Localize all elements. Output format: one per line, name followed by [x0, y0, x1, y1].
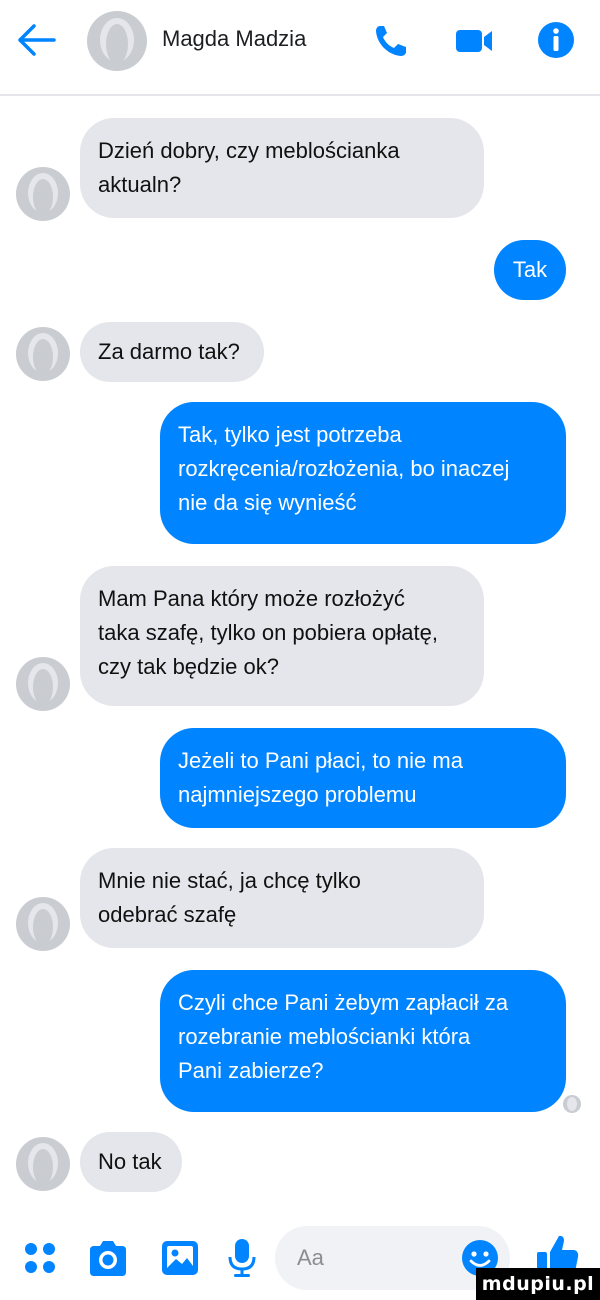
message-line: Tak, tylko jest potrzeba: [178, 422, 402, 447]
contact-avatar-icon: [16, 1137, 70, 1191]
message-line: Mnie nie stać, ja chcę tylko: [98, 868, 361, 893]
phone-icon[interactable]: [370, 20, 414, 60]
message-incoming[interactable]: Mnie nie stać, ja chcę tylko odebrać sza…: [80, 848, 484, 948]
message-outgoing[interactable]: Tak, tylko jest potrzeba rozkręcenia/roz…: [160, 402, 566, 544]
message-incoming[interactable]: Za darmo tak?: [80, 322, 264, 382]
message-line: nie da się wynieść: [178, 490, 357, 515]
chat-header: Magda Madzia: [0, 0, 600, 96]
message-input[interactable]: [297, 1240, 457, 1276]
watermark: mdupiu.pl: [476, 1268, 600, 1300]
back-arrow-icon[interactable]: [14, 20, 58, 60]
contact-avatar-icon: [16, 327, 70, 381]
contact-avatar-icon: [16, 657, 70, 711]
message-line: rozebranie meblościanki która: [178, 1024, 471, 1049]
info-icon[interactable]: [534, 20, 578, 60]
message-line: Pani zabierze?: [178, 1058, 324, 1083]
message-line: taka szafę, tylko on pobiera opłatę,: [98, 620, 438, 645]
message-outgoing[interactable]: Tak: [494, 240, 566, 300]
apps-grid-icon[interactable]: [18, 1236, 62, 1280]
message-line: Jeżeli to Pani płaci, to nie ma: [178, 748, 463, 773]
contact-avatar-icon: [16, 167, 70, 221]
contact-name[interactable]: Magda Madzia: [162, 26, 306, 52]
contact-avatar-icon: [16, 897, 70, 951]
message-outgoing[interactable]: Jeżeli to Pani płaci, to nie ma najmniej…: [160, 728, 566, 828]
camera-icon[interactable]: [86, 1236, 130, 1280]
message-line: rozkręcenia/rozłożenia, bo inaczej: [178, 456, 510, 481]
seen-avatar-icon: [563, 1095, 581, 1113]
message-line: czy tak będzie ok?: [98, 654, 279, 679]
gallery-icon[interactable]: [158, 1236, 202, 1280]
message-line: odebrać szafę: [98, 902, 237, 927]
message-line: Mam Pana który może rozłożyć: [98, 586, 405, 611]
message-line: Za darmo tak?: [98, 339, 240, 364]
message-line: najmniejszego problemu: [178, 782, 417, 807]
video-camera-icon[interactable]: [452, 20, 496, 60]
message-incoming[interactable]: Mam Pana który może rozłożyć taka szafę,…: [80, 566, 484, 706]
message-line: No tak: [98, 1149, 162, 1174]
message-line: Tak: [512, 257, 548, 282]
message-line: Czyli chce Pani żebym zapłacił za: [178, 990, 509, 1015]
message-line: Dzień dobry, czy meblościanka: [98, 138, 400, 163]
message-line: aktualn?: [98, 172, 182, 197]
message-input-container[interactable]: [275, 1226, 510, 1290]
message-outgoing[interactable]: Czyli chce Pani żebym zapłacił za rozebr…: [160, 970, 566, 1112]
message-incoming[interactable]: No tak: [80, 1132, 182, 1192]
avatar-placeholder-icon[interactable]: [86, 10, 148, 72]
message-incoming[interactable]: Dzień dobry, czy meblościanka aktualn?: [80, 118, 484, 218]
microphone-icon[interactable]: [220, 1236, 264, 1280]
